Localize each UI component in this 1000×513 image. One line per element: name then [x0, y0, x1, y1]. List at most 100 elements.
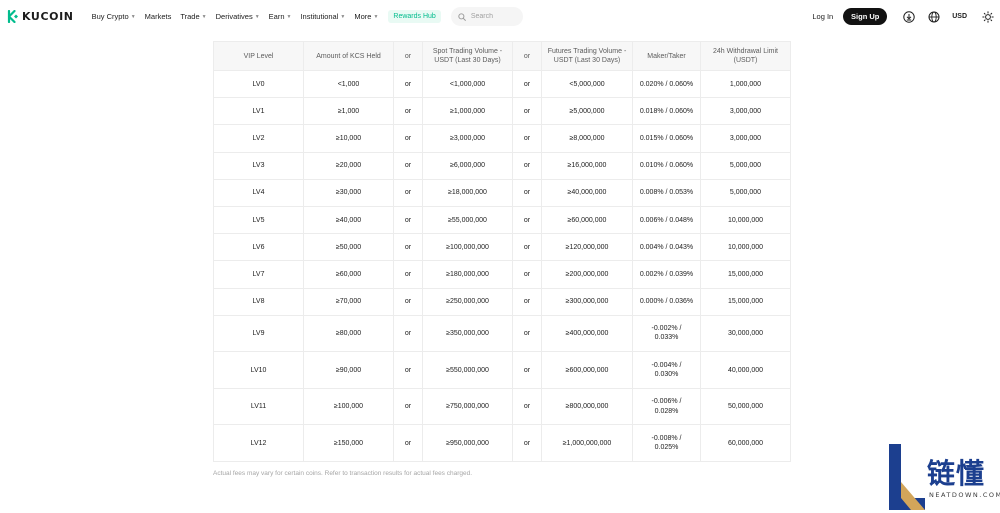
cell-kcs-held: ≥90,000 [303, 351, 394, 389]
nav-buy-crypto[interactable]: Buy Crypto ▼ [92, 12, 136, 21]
nav-trade[interactable]: Trade ▼ [180, 12, 206, 21]
cell-spot-volume: ≥250,000,000 [422, 287, 513, 316]
vip-fee-table: VIP Level Amount of KCS Held or Spot Tra… [213, 41, 791, 463]
cell-withdrawal-limit: 50,000,000 [700, 387, 791, 426]
cell-or: or [393, 424, 423, 463]
cell-futures-volume: ≥60,000,000 [541, 205, 633, 235]
cell-vip-level: LV2 [213, 124, 304, 153]
table-row: LV9 ≥80,000 or ≥350,000,000 or ≥400,000,000 -0… [213, 314, 791, 353]
cell-kcs-held: ≥80,000 [303, 314, 394, 353]
cell-spot-volume: ≥18,000,000 [422, 178, 513, 207]
cell-vip-level: LV8 [213, 287, 304, 316]
kucoin-logo[interactable]: KUCOIN [6, 10, 74, 23]
login-link[interactable]: Log In [812, 12, 833, 21]
cell-maker-taker: -0.008% / 0.025% [632, 424, 701, 463]
cell-withdrawal-limit: 15,000,000 [700, 287, 791, 316]
nav-markets[interactable]: Markets [145, 12, 172, 21]
search-input[interactable] [470, 13, 519, 20]
cell-or: or [393, 314, 423, 353]
cell-kcs-held: ≥70,000 [303, 287, 394, 316]
cell-or: or [512, 205, 542, 235]
cell-or: or [512, 424, 542, 463]
cell-or: or [512, 124, 542, 153]
download-icon [903, 10, 915, 23]
cell-kcs-held: ≥60,000 [303, 260, 394, 289]
cell-vip-level: LV5 [213, 205, 304, 235]
cell-futures-volume: ≥400,000,000 [541, 314, 633, 353]
cell-kcs-held: ≥10,000 [303, 124, 394, 153]
cell-withdrawal-limit: 10,000,000 [700, 233, 791, 262]
cell-futures-volume: ≥120,000,000 [541, 233, 633, 262]
search-box[interactable] [450, 7, 523, 26]
table-row: LV6 ≥50,000 or ≥100,000,000 or ≥120,000,000 0.… [213, 233, 791, 262]
header-withdrawal-limit: 24h Withdrawal Limit (USDT) [700, 41, 791, 71]
table-row: LV10 ≥90,000 or ≥550,000,000 or ≥600,000,000-… [213, 351, 791, 389]
vip-fee-table-container: VIP Level Amount of KCS Held or Spot Tra… [213, 41, 791, 463]
chevron-down-icon: ▼ [254, 13, 260, 20]
cell-kcs-held: ≥100,000 [303, 387, 394, 426]
cell-maker-taker: 0.004% / 0.043% [632, 233, 701, 262]
cell-vip-level: LV9 [213, 314, 304, 353]
cell-maker-taker: -0.006% / 0.028% [632, 387, 701, 426]
table-header-row: VIP Level Amount of KCS Held or Spot Tra… [213, 41, 791, 71]
brand-name: KUCOIN [22, 10, 74, 23]
header-vip-level: VIP Level [213, 41, 304, 71]
rewards-hub-button[interactable]: Rewards Hub [388, 10, 441, 23]
nav-institutional[interactable]: Institutional ▼ [300, 12, 345, 21]
table-body: LV0 <1,000 or <1,000,000 or <5,000,000 0.020% … [213, 69, 791, 463]
fee-note: Actual fees may vary for certain coins. … [213, 470, 473, 477]
theme-toggle[interactable] [981, 10, 995, 24]
table-row: LV12 ≥150,000 or ≥950,000,000 or ≥1,000,000,0… [213, 424, 791, 463]
cell-futures-volume: ≥5,000,000 [541, 97, 633, 126]
cell-or: or [512, 314, 542, 353]
currency-selector[interactable]: USD [952, 13, 967, 20]
table-row: LV3 ≥20,000 or ≥6,000,000 or ≥16,000,000 0.010… [213, 151, 791, 180]
cell-futures-volume: ≥8,000,000 [541, 124, 633, 153]
cell-or: or [512, 97, 542, 126]
cell-maker-taker: 0.020% / 0.060% [632, 69, 701, 99]
cell-maker-taker: 0.006% / 0.048% [632, 205, 701, 235]
chevron-down-icon: ▼ [286, 13, 292, 20]
nav-derivatives[interactable]: Derivatives ▼ [216, 12, 260, 21]
main-menu: Buy Crypto ▼ Markets Trade ▼ Derivatives ▼ … [92, 7, 523, 26]
cell-spot-volume: ≥3,000,000 [422, 124, 513, 153]
header-kcs-held: Amount of KCS Held [303, 41, 394, 71]
cell-or: or [512, 351, 542, 389]
cell-futures-volume: ≥200,000,000 [541, 260, 633, 289]
cell-withdrawal-limit: 30,000,000 [700, 314, 791, 353]
table-row: LV2 ≥10,000 or ≥3,000,000 or ≥8,000,000 0.015%… [213, 124, 791, 153]
cell-or: or [393, 287, 423, 316]
table-row: LV1 ≥1,000 or ≥1,000,000 or ≥5,000,000 0.018% … [213, 97, 791, 126]
cell-spot-volume: ≥55,000,000 [422, 205, 513, 235]
download-button[interactable] [902, 10, 916, 24]
nav-more[interactable]: More ▼ [354, 12, 378, 21]
chevron-down-icon: ▼ [373, 13, 379, 20]
cell-spot-volume: ≥550,000,000 [422, 351, 513, 389]
chevron-down-icon: ▼ [130, 13, 136, 20]
top-nav: KUCOIN Buy Crypto ▼ Markets Trade ▼ Deriva… [0, 0, 1000, 33]
language-button[interactable] [927, 10, 941, 24]
header-maker-taker: Maker/Taker [632, 41, 701, 71]
cell-or: or [512, 151, 542, 180]
neatdown-watermark: 链懂 NEATDOWN.COM [887, 442, 1000, 512]
cell-or: or [393, 351, 423, 389]
nav-label: Trade [180, 12, 200, 21]
cell-kcs-held: <1,000 [303, 69, 394, 99]
nav-earn[interactable]: Earn ▼ [269, 12, 292, 21]
watermark-site: NEATDOWN.COM [929, 491, 1000, 499]
chevron-down-icon: ▼ [201, 13, 207, 20]
cell-maker-taker: 0.015% / 0.060% [632, 124, 701, 153]
signup-button[interactable]: Sign Up [843, 8, 888, 25]
table-row: LV0 <1,000 or <1,000,000 or <5,000,000 0.020% … [213, 69, 791, 99]
cell-or: or [393, 233, 423, 262]
header-futures-volume: Futures Trading Volume - USDT (Last 30 D… [541, 41, 633, 71]
nav-label: Earn [268, 12, 285, 21]
cell-spot-volume: ≥350,000,000 [422, 314, 513, 353]
watermark-logo-icon [889, 444, 925, 510]
cell-futures-volume: ≥40,000,000 [541, 178, 633, 207]
cell-kcs-held: ≥50,000 [303, 233, 394, 262]
cell-maker-taker: 0.010% / 0.060% [632, 151, 701, 180]
cell-vip-level: LV12 [213, 424, 304, 463]
watermark-text: 链懂 [927, 457, 986, 490]
cell-or: or [512, 287, 542, 316]
